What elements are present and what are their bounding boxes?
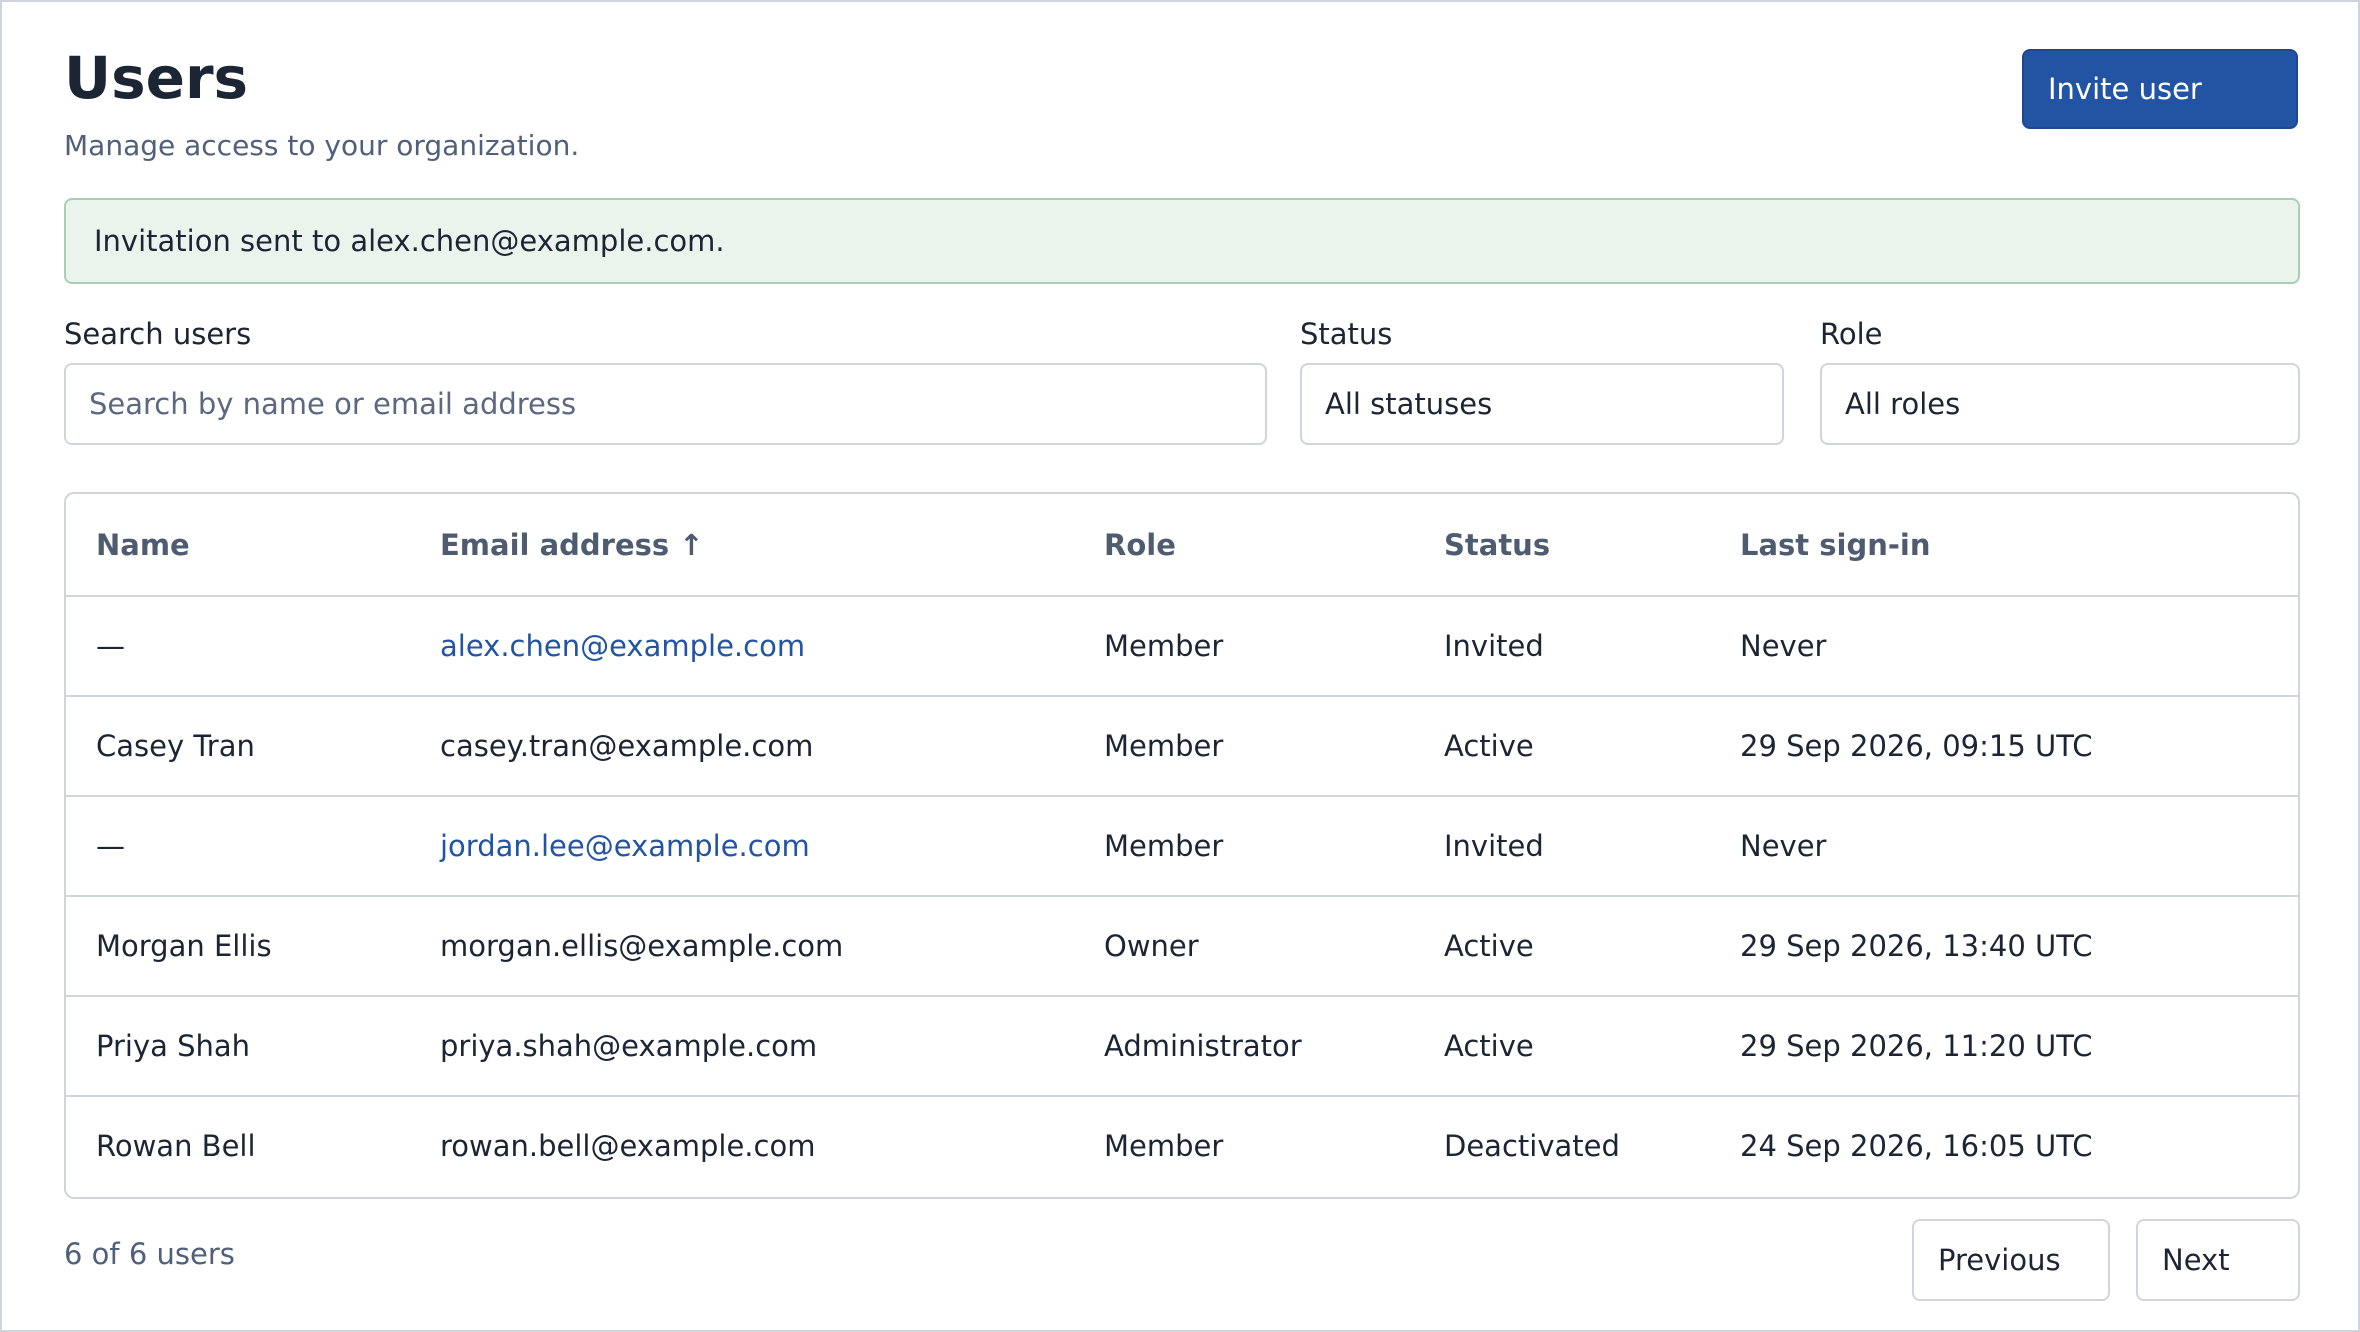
role-select-value: All roles bbox=[1845, 387, 1961, 421]
email-cell: casey.tran@example.com bbox=[410, 696, 1074, 797]
status-cell: Deactivated bbox=[1444, 1129, 1620, 1163]
role-cell: Member bbox=[1074, 596, 1414, 697]
user-count: 6 of 6 users bbox=[64, 1237, 235, 1271]
role-select[interactable]: All roles bbox=[1820, 363, 2300, 445]
table-row: Morgan Ellis morgan.ellis@example.com Owne… bbox=[66, 896, 2298, 997]
last-sign-in-cell: Never bbox=[1710, 796, 2298, 897]
email-cell: jordan.lee@example.com bbox=[410, 796, 1074, 897]
email-link[interactable]: jordan.lee@example.com bbox=[440, 829, 810, 863]
last-sign-in-cell: 29 Sep 2026, 11:20 UTC bbox=[1710, 996, 2298, 1097]
success-alert: Invitation sent to alex.chen@example.com… bbox=[64, 198, 2300, 284]
email-cell: morgan.ellis@example.com bbox=[410, 896, 1074, 997]
name-cell: Priya Shah bbox=[66, 996, 410, 1097]
column-header-status[interactable]: Status bbox=[1414, 494, 1710, 597]
search-input[interactable] bbox=[64, 363, 1267, 445]
table-row: — alex.chen@example.com Member Invited Never bbox=[66, 596, 2298, 697]
column-header-role[interactable]: Role bbox=[1074, 494, 1414, 597]
name-cell: Morgan Ellis bbox=[66, 896, 410, 997]
page-title: Users bbox=[64, 44, 249, 112]
role-cell: Member bbox=[1074, 696, 1414, 797]
last-sign-in-cell: 29 Sep 2026, 09:15 UTC bbox=[1710, 696, 2298, 797]
status-cell: Active bbox=[1414, 696, 1710, 797]
status-cell: Invited bbox=[1414, 796, 1710, 897]
search-label: Search users bbox=[64, 317, 252, 351]
column-header-last-sign-in[interactable]: Last sign-in bbox=[1710, 494, 2298, 597]
status-select-value: All statuses bbox=[1325, 387, 1493, 421]
column-header-email[interactable]: Email address ↑ bbox=[410, 494, 1074, 597]
name-cell: Casey Tran bbox=[66, 696, 410, 797]
invite-user-button[interactable]: Invite user bbox=[2022, 49, 2298, 129]
email-cell: rowan.bell@example.com bbox=[440, 1129, 816, 1163]
name-cell: — bbox=[66, 796, 410, 897]
status-filter-label: Status bbox=[1300, 317, 1393, 351]
role-cell: Member bbox=[1104, 1129, 1224, 1163]
name-cell: — bbox=[66, 596, 410, 697]
table-row: — jordan.lee@example.com Member Invited Neve… bbox=[66, 796, 2298, 897]
table-header-row: Name Email address ↑ Role Status Last si… bbox=[66, 494, 2298, 597]
email-cell: alex.chen@example.com bbox=[410, 596, 1074, 697]
last-sign-in-cell: Never bbox=[1710, 596, 2298, 697]
email-cell: priya.shah@example.com bbox=[410, 996, 1074, 1097]
role-cell: Owner bbox=[1074, 896, 1414, 997]
role-filter-label: Role bbox=[1820, 317, 1883, 351]
table-body: — alex.chen@example.com Member Invited Never… bbox=[66, 596, 2298, 1195]
next-page-button[interactable]: Next bbox=[2136, 1219, 2300, 1301]
users-table: Name Email address ↑ Role Status Last si… bbox=[64, 492, 2300, 1199]
email-link[interactable]: alex.chen@example.com bbox=[440, 629, 805, 663]
page-subtitle: Manage access to your organization. bbox=[64, 129, 580, 162]
status-cell: Active bbox=[1414, 996, 1710, 1097]
table-row: Casey Tran casey.tran@example.com Member Ac… bbox=[66, 696, 2298, 797]
status-select[interactable]: All statuses bbox=[1300, 363, 1784, 445]
alert-message: Invitation sent to alex.chen@example.com… bbox=[94, 224, 725, 258]
role-cell: Administrator bbox=[1074, 996, 1414, 1097]
last-sign-in-cell: 24 Sep 2026, 16:05 UTC bbox=[1740, 1129, 2093, 1163]
table-row: Rowan Bell rowan.bell@example.com Member De… bbox=[66, 1096, 2298, 1195]
previous-page-button[interactable]: Previous bbox=[1912, 1219, 2110, 1301]
role-cell: Member bbox=[1074, 796, 1414, 897]
last-sign-in-cell: 29 Sep 2026, 13:40 UTC bbox=[1710, 896, 2298, 997]
status-cell: Active bbox=[1414, 896, 1710, 997]
table-row: Priya Shah priya.shah@example.com Administ… bbox=[66, 996, 2298, 1097]
name-cell: Rowan Bell bbox=[96, 1129, 256, 1163]
column-header-name[interactable]: Name bbox=[66, 494, 410, 597]
status-cell: Invited bbox=[1414, 596, 1710, 697]
